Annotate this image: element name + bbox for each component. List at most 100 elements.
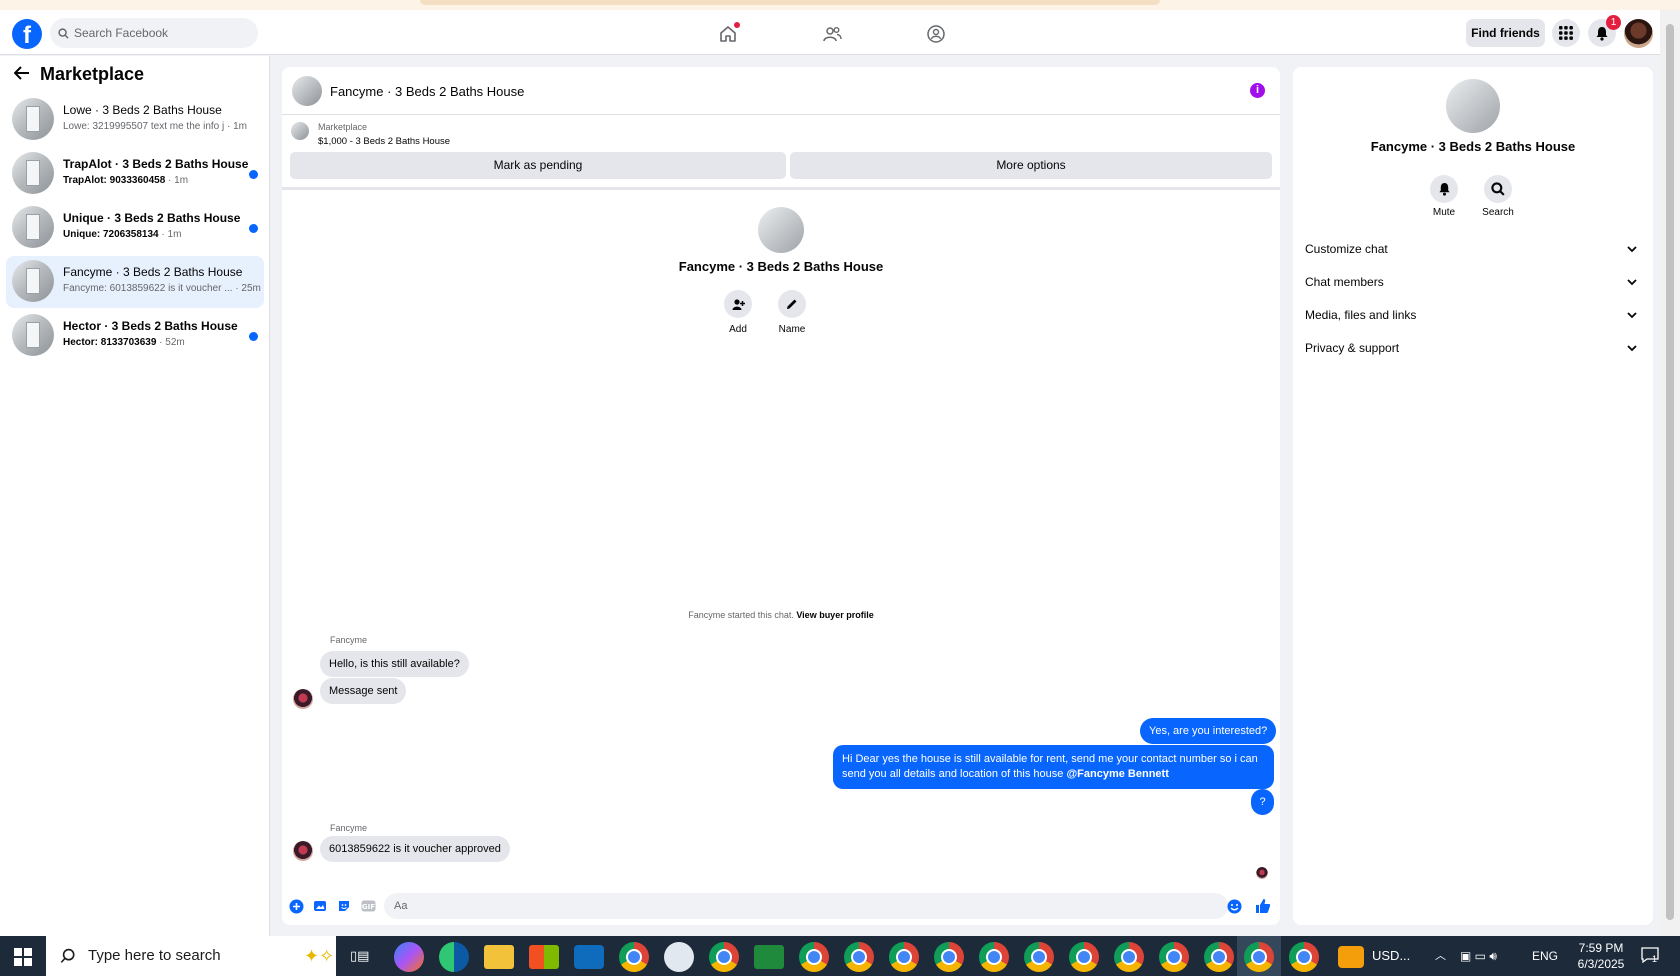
conversation-name: Fancyme · 3 Beds 2 Baths House xyxy=(63,265,243,279)
menu-button[interactable] xyxy=(1552,19,1580,47)
chevron-down-icon xyxy=(1627,333,1637,363)
copilot-app-icon[interactable] xyxy=(394,942,424,972)
chrome-window-icon[interactable] xyxy=(844,942,874,972)
groups-nav-button[interactable] xyxy=(924,22,948,46)
currency-widget[interactable]: USD... xyxy=(1372,936,1410,976)
conversation-item-hector[interactable]: Hector · 3 Beds 2 Baths House Hector: 81… xyxy=(6,310,264,362)
customize-chat-section[interactable]: Customize chat xyxy=(1305,234,1641,264)
account-avatar[interactable] xyxy=(1624,19,1653,48)
conversation-item-fancyme[interactable]: Fancyme · 3 Beds 2 Baths House Fancyme: … xyxy=(6,256,264,308)
chevron-down-icon xyxy=(1627,234,1637,264)
sticker-icon[interactable] xyxy=(336,898,352,914)
privacy-support-section[interactable]: Privacy & support xyxy=(1305,333,1641,363)
chat-profile-name: Fancyme · 3 Beds 2 Baths House xyxy=(678,259,884,274)
plus-circle-icon[interactable] xyxy=(288,898,304,914)
chrome-window-icon[interactable] xyxy=(1024,942,1054,972)
conversation-thumbnail xyxy=(12,260,54,302)
chrome-window-icon[interactable] xyxy=(1069,942,1099,972)
listing-title[interactable]: $1,000 - 3 Beds 2 Baths House xyxy=(318,136,450,147)
add-person-icon xyxy=(724,290,752,318)
grid-menu-icon xyxy=(1559,26,1573,40)
seen-indicator-avatar xyxy=(1256,867,1268,879)
mention-link[interactable]: @Fancyme Bennett xyxy=(1066,768,1168,780)
thumbs-up-icon[interactable] xyxy=(1255,898,1271,914)
search-facebook-input[interactable]: Search Facebook xyxy=(50,18,258,48)
photo-icon[interactable] xyxy=(312,898,328,914)
gif-icon[interactable]: GIF xyxy=(360,898,376,914)
tray-chevron-up-icon[interactable]: ︿ xyxy=(1435,936,1446,976)
weather-widget-icon[interactable] xyxy=(1338,946,1364,968)
conversation-name: TrapAlot · 3 Beds 2 Baths House xyxy=(63,157,249,171)
info-icon[interactable]: i xyxy=(1250,83,1265,98)
file-explorer-app-icon[interactable] xyxy=(484,945,514,969)
conversation-item-unique[interactable]: Unique · 3 Beds 2 Baths House Unique: 72… xyxy=(6,202,264,254)
sidebar-title: Marketplace xyxy=(40,64,145,84)
chrome-window-icon[interactable] xyxy=(799,942,829,972)
chat-header-avatar[interactable] xyxy=(292,76,322,106)
outgoing-message[interactable]: ? xyxy=(1251,789,1274,815)
emoji-icon[interactable] xyxy=(1226,898,1242,914)
taskbar-clock[interactable]: 7:59 PM 6/3/2025 xyxy=(1566,940,1636,972)
edit-name-button[interactable]: Name xyxy=(767,290,817,335)
scrollbar-thumb[interactable] xyxy=(1666,24,1674,920)
message-input[interactable]: Aa xyxy=(384,893,1228,919)
chrome-window-icon[interactable] xyxy=(1289,942,1319,972)
chat-members-section[interactable]: Chat members xyxy=(1305,267,1641,297)
page-scrollbar[interactable] xyxy=(1660,10,1680,936)
paint-app-icon[interactable] xyxy=(664,942,694,972)
chrome-window-icon[interactable] xyxy=(889,942,919,972)
chrome-window-icon[interactable] xyxy=(1159,942,1189,972)
conversation-item-trapalot[interactable]: TrapAlot · 3 Beds 2 Baths House TrapAlot… xyxy=(6,148,264,200)
chrome-active-window-icon[interactable] xyxy=(1244,942,1274,972)
media-files-links-section[interactable]: Media, files and links xyxy=(1305,300,1641,330)
edge-app-icon[interactable] xyxy=(439,942,469,972)
language-indicator[interactable]: ENG xyxy=(1532,936,1558,976)
search-in-chat-button[interactable]: Search xyxy=(1473,175,1523,218)
chrome-window-icon[interactable] xyxy=(1114,942,1144,972)
facebook-logo[interactable]: f xyxy=(12,19,42,49)
windows-start-icon[interactable] xyxy=(14,948,32,966)
sender-avatar[interactable] xyxy=(293,689,313,709)
chat-profile-picture[interactable] xyxy=(758,207,804,253)
action-center-icon[interactable]: 1 xyxy=(1640,946,1662,966)
chrome-window-icon[interactable] xyxy=(934,942,964,972)
home-nav-button[interactable] xyxy=(716,22,740,46)
incoming-message[interactable]: Hello, is this still available? xyxy=(320,651,469,677)
top-strip-bar xyxy=(420,0,1160,5)
chat-title[interactable]: Fancyme · 3 Beds 2 Baths House xyxy=(330,84,524,99)
sidebar-header: Marketplace xyxy=(13,64,145,85)
chrome-window-icon[interactable] xyxy=(1204,942,1234,972)
tray-status-icons[interactable]: ▣ ▭ 🔊︎ xyxy=(1460,936,1497,976)
view-buyer-profile-link[interactable]: View buyer profile xyxy=(796,610,873,620)
sender-avatar[interactable] xyxy=(293,841,313,861)
sheets-app-icon[interactable] xyxy=(754,945,784,969)
preview-time: · 1m xyxy=(158,229,182,240)
more-options-button[interactable]: More options xyxy=(790,152,1272,179)
back-arrow-icon[interactable] xyxy=(13,64,30,85)
search-label: Search xyxy=(1482,207,1514,218)
chrome-app-icon[interactable] xyxy=(619,942,649,972)
details-profile-picture[interactable] xyxy=(1446,79,1500,133)
store-app-icon[interactable] xyxy=(529,945,559,969)
groups-icon xyxy=(927,25,945,43)
task-view-icon[interactable]: ▯▤ xyxy=(350,936,369,976)
action-center-count: 1 xyxy=(1652,954,1658,964)
outgoing-message[interactable]: Yes, are you interested? xyxy=(1140,718,1277,744)
conversation-item-lowe[interactable]: Lowe · 3 Beds 2 Baths House Lowe: 321999… xyxy=(6,94,264,146)
home-notification-dot xyxy=(734,22,740,28)
mute-button[interactable]: Mute xyxy=(1419,175,1469,218)
conversation-preview: Lowe: 3219995507 text me the info j · 1m xyxy=(63,121,248,132)
message-sender-label: Fancyme xyxy=(330,635,368,645)
mark-as-pending-button[interactable]: Mark as pending xyxy=(290,152,786,179)
outlook-app-icon[interactable] xyxy=(574,945,604,969)
find-friends-button[interactable]: Find friends xyxy=(1466,19,1545,47)
search-placeholder: Search Facebook xyxy=(74,26,169,40)
incoming-message[interactable]: 6013859622 is it voucher approved xyxy=(320,836,510,862)
incoming-message[interactable]: Message sent xyxy=(320,678,407,704)
add-people-button[interactable]: Add xyxy=(713,290,763,335)
friends-nav-button[interactable] xyxy=(820,22,844,46)
chrome-window-icon[interactable] xyxy=(979,942,1009,972)
chrome-profile-app-icon[interactable] xyxy=(709,942,739,972)
outgoing-message-long[interactable]: Hi Dear yes the house is still available… xyxy=(833,745,1274,789)
taskbar-search-box[interactable]: Type here to search ✦✧ xyxy=(46,936,336,976)
